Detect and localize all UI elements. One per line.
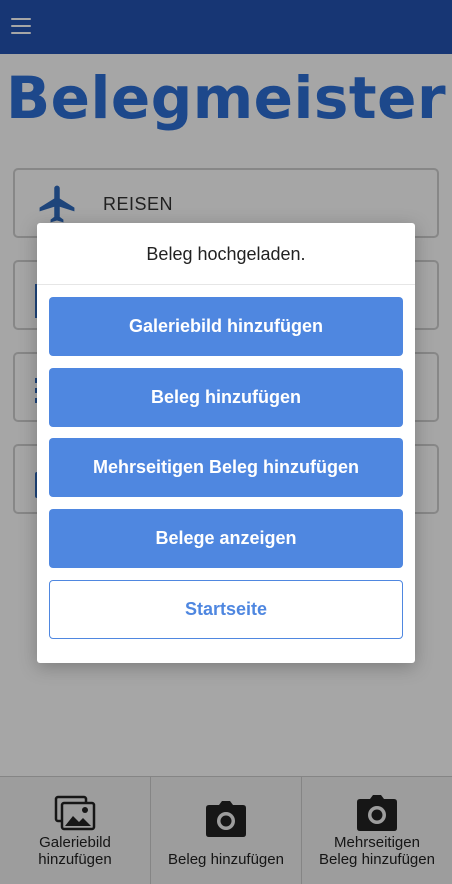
home-button[interactable]: Startseite	[49, 580, 403, 639]
add-gallery-image-button[interactable]: Galeriebild hinzufügen	[49, 297, 403, 356]
dialog-title: Beleg hochgeladen.	[37, 223, 415, 285]
add-multipage-receipt-button[interactable]: Mehrseitigen Beleg hinzufügen	[49, 438, 403, 497]
upload-success-dialog: Beleg hochgeladen. Galeriebild hinzufüge…	[37, 223, 415, 663]
show-receipts-button[interactable]: Belege anzeigen	[49, 509, 403, 568]
add-receipt-button[interactable]: Beleg hinzufügen	[49, 368, 403, 427]
